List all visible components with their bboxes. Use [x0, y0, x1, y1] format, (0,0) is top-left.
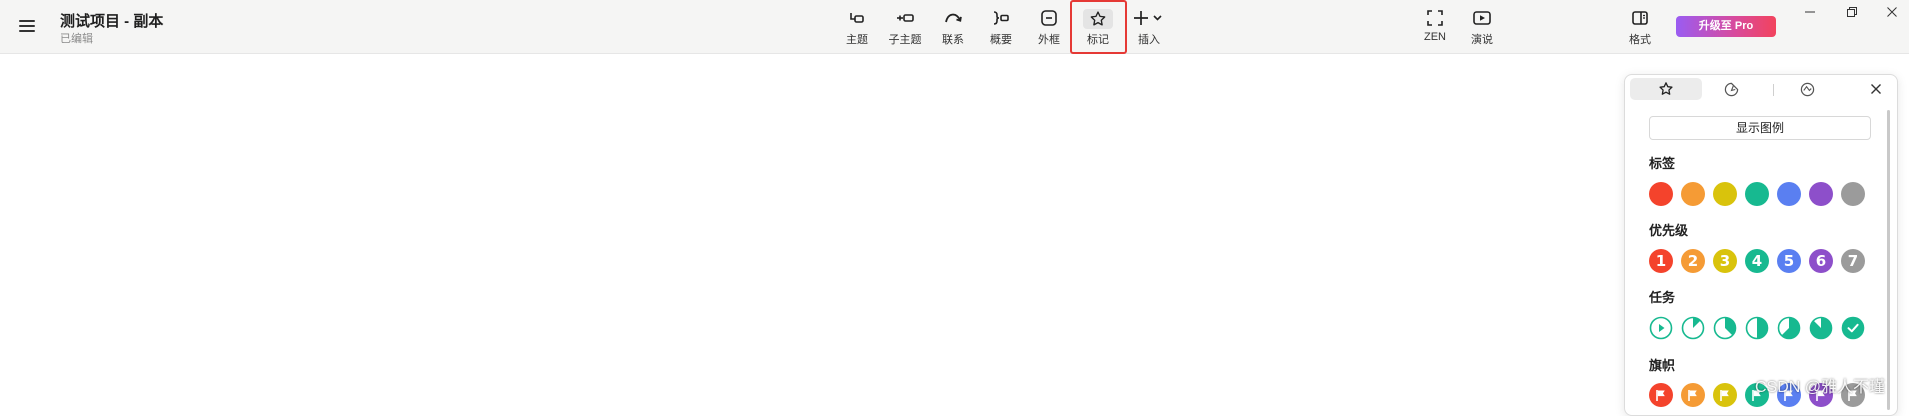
sticker-icon: [1724, 82, 1738, 96]
fullscreen-icon: [1420, 9, 1450, 29]
task-one-eighth-icon[interactable]: [1681, 316, 1705, 340]
watermark: CSDN @雅人不瑾: [1755, 379, 1886, 396]
hamburger-menu-icon[interactable]: [14, 14, 40, 38]
illustration-icon: [1800, 82, 1814, 96]
tool-format-label: 格式: [1629, 34, 1651, 46]
format-panel-icon: [1624, 9, 1656, 29]
tool-zen-label: ZEN: [1424, 31, 1446, 43]
relationship-icon: [936, 9, 970, 29]
panel-scrollbar[interactable]: [1887, 110, 1890, 410]
tool-marker[interactable]: 标记: [1080, 6, 1116, 48]
mindmap-canvas[interactable]: [0, 54, 1909, 404]
restore-window-icon[interactable]: [1837, 3, 1867, 21]
tool-relationship-label: 联系: [942, 34, 964, 46]
tool-pitch[interactable]: 演说: [1466, 6, 1498, 48]
priority-4[interactable]: 4: [1745, 249, 1769, 273]
flag-orange-icon[interactable]: [1681, 383, 1705, 407]
tag-red[interactable]: [1649, 182, 1673, 206]
section-title-flags: 旗帜: [1649, 358, 1676, 373]
priority-5[interactable]: 5: [1777, 249, 1801, 273]
task-seven-eighths-icon[interactable]: [1809, 316, 1833, 340]
tool-boundary-label: 外框: [1038, 34, 1060, 46]
marker-panel: 显示图例 标签 优先级 1 2 3 4 5 6 7 任务 旗帜: [1624, 74, 1898, 416]
priority-6[interactable]: 6: [1809, 249, 1833, 273]
tab-markers[interactable]: [1630, 78, 1702, 100]
tool-marker-label: 标记: [1087, 34, 1109, 46]
section-title-task: 任务: [1649, 290, 1676, 305]
tag-yellow[interactable]: [1713, 182, 1737, 206]
minimize-window-icon[interactable]: [1795, 3, 1825, 21]
tool-subtopic[interactable]: 子主题: [884, 6, 926, 48]
task-start-icon[interactable]: [1649, 316, 1673, 340]
tool-insert-label: 插入: [1138, 34, 1160, 46]
toolbar: 测试项目 - 副本 已编辑 主题 子主题 联系 概要 外框 标记 插入 ZEN …: [0, 0, 1909, 54]
tag-orange[interactable]: [1681, 182, 1705, 206]
tool-boundary[interactable]: 外框: [1032, 6, 1066, 48]
tool-topic-label: 主题: [846, 34, 868, 46]
tab-illustrations[interactable]: [1795, 78, 1819, 100]
priority-2[interactable]: 2: [1681, 249, 1705, 273]
tag-green[interactable]: [1745, 182, 1769, 206]
tool-relationship[interactable]: 联系: [936, 6, 970, 48]
tool-summary[interactable]: 概要: [984, 6, 1018, 48]
tag-purple[interactable]: [1809, 182, 1833, 206]
tab-divider: [1773, 84, 1774, 96]
tool-summary-label: 概要: [990, 34, 1012, 46]
priority-7[interactable]: 7: [1841, 249, 1865, 273]
star-icon: [1659, 82, 1673, 95]
tool-zen[interactable]: ZEN: [1420, 6, 1450, 48]
task-three-eighths-icon[interactable]: [1713, 316, 1737, 340]
document-status: 已编辑: [60, 33, 93, 45]
plus-icon: [1132, 9, 1166, 29]
show-legend-button[interactable]: 显示图例: [1649, 116, 1871, 140]
tab-stickers[interactable]: [1719, 78, 1743, 100]
flag-yellow-icon[interactable]: [1713, 383, 1737, 407]
play-icon: [1466, 9, 1498, 29]
topic-icon: [840, 9, 874, 29]
close-window-icon[interactable]: [1877, 3, 1907, 21]
priority-1[interactable]: 1: [1649, 249, 1673, 273]
tool-topic[interactable]: 主题: [840, 6, 874, 48]
tag-gray[interactable]: [1841, 182, 1865, 206]
summary-icon: [984, 9, 1018, 29]
tool-insert[interactable]: 插入: [1132, 6, 1166, 48]
document-title: 测试项目 - 副本: [60, 13, 164, 30]
task-five-eighths-icon[interactable]: [1777, 316, 1801, 340]
flag-red-icon[interactable]: [1649, 383, 1673, 407]
tool-pitch-label: 演说: [1471, 34, 1493, 46]
subtopic-icon: [884, 9, 926, 29]
tag-blue[interactable]: [1777, 182, 1801, 206]
tool-subtopic-label: 子主题: [888, 34, 922, 46]
boundary-icon: [1032, 9, 1066, 29]
section-title-tags: 标签: [1649, 156, 1676, 171]
section-title-priority: 优先级: [1649, 223, 1689, 238]
priority-3[interactable]: 3: [1713, 249, 1737, 273]
upgrade-pro-button[interactable]: 升级至 Pro: [1676, 16, 1776, 37]
task-half-icon[interactable]: [1745, 316, 1769, 340]
close-panel-icon[interactable]: [1865, 78, 1887, 100]
star-icon: [1083, 9, 1113, 29]
tool-format[interactable]: 格式: [1624, 6, 1656, 48]
task-done-icon[interactable]: [1841, 316, 1865, 340]
